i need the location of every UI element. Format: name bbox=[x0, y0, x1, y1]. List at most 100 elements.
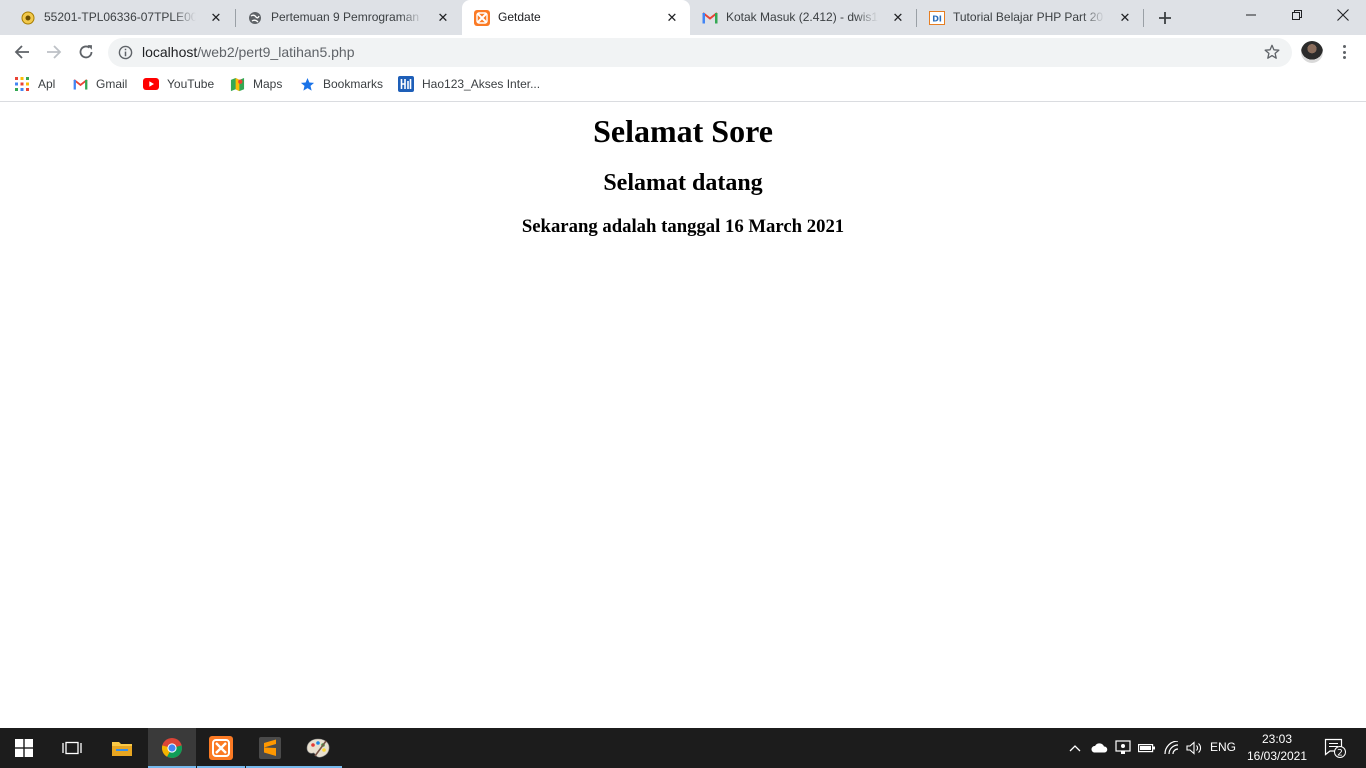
close-icon[interactable]: ✕ bbox=[1117, 10, 1133, 26]
volume-tray-button[interactable] bbox=[1184, 728, 1204, 768]
network-icon bbox=[1115, 740, 1131, 754]
wifi-tray-button[interactable] bbox=[1162, 728, 1182, 768]
show-hidden-icons-button[interactable] bbox=[1066, 728, 1084, 768]
bookmark-label: Maps bbox=[253, 77, 283, 91]
youtube-icon bbox=[143, 76, 159, 92]
gmail-favicon-icon bbox=[702, 10, 718, 26]
xampp-icon bbox=[209, 736, 233, 760]
url-host: localhost bbox=[142, 44, 198, 60]
menu-icon[interactable] bbox=[1336, 43, 1352, 61]
minimize-icon bbox=[1246, 14, 1256, 16]
tab-title: Tutorial Belajar PHP Part 20 – M bbox=[953, 10, 1105, 24]
sublime-text-icon bbox=[259, 737, 281, 759]
close-icon[interactable]: ✕ bbox=[890, 10, 906, 26]
chevron-up-icon bbox=[1069, 745, 1081, 752]
info-icon[interactable] bbox=[118, 45, 133, 60]
clock-date: 16/03/2021 bbox=[1246, 749, 1308, 763]
xampp-favicon-icon bbox=[474, 10, 490, 26]
bookmark-label: Hao123_Akses Inter... bbox=[422, 77, 541, 91]
onedrive-tray-button[interactable] bbox=[1089, 728, 1109, 768]
close-window-icon bbox=[1337, 9, 1349, 21]
apps-grid-icon bbox=[14, 76, 30, 92]
tab-title: Getdate bbox=[498, 10, 541, 24]
notification-icon: 2 bbox=[1324, 738, 1346, 758]
tab-title: Kotak Masuk (2.412) - dwis183 bbox=[726, 10, 878, 24]
profile-avatar[interactable] bbox=[1301, 41, 1323, 63]
minimize-button[interactable] bbox=[1228, 0, 1274, 30]
welcome-heading: Selamat datang bbox=[603, 170, 763, 196]
hao123-icon bbox=[398, 76, 414, 92]
reload-button[interactable] bbox=[72, 38, 100, 66]
network-tray-button[interactable] bbox=[1113, 728, 1133, 768]
bookmark-label: Gmail bbox=[96, 77, 128, 91]
paint-palette-icon bbox=[306, 738, 330, 758]
taskbar-clock[interactable]: 23:03 16/03/2021 bbox=[1242, 731, 1312, 765]
chrome-icon bbox=[161, 738, 183, 759]
bookmark-bookmarks[interactable]: Bookmarks bbox=[299, 76, 383, 92]
tab-getdate[interactable]: Getdate ✕ bbox=[462, 0, 690, 35]
bookmark-apps[interactable]: Apl bbox=[14, 76, 55, 92]
folder-icon bbox=[112, 742, 132, 756]
close-icon[interactable]: ✕ bbox=[435, 10, 451, 26]
close-icon[interactable]: ✕ bbox=[664, 10, 680, 26]
action-center-button[interactable]: 2 bbox=[1320, 728, 1350, 768]
gmail-icon bbox=[72, 76, 88, 92]
file-explorer-button[interactable] bbox=[98, 728, 146, 768]
page-content: Selamat Sore Selamat datang Sekarang ada… bbox=[0, 103, 1366, 728]
bookmark-label: Bookmarks bbox=[323, 77, 384, 91]
tab-strip: 55201-TPL06336-07TPLE006-2 ✕ Pertemuan 9… bbox=[0, 0, 1366, 35]
bookmark-youtube[interactable]: YouTube bbox=[143, 76, 214, 92]
globe-favicon-icon bbox=[247, 10, 263, 26]
bookmark-gmail[interactable]: Gmail bbox=[72, 76, 127, 92]
battery-icon bbox=[1138, 744, 1155, 753]
bookmark-maps[interactable]: Maps bbox=[229, 76, 282, 92]
maps-icon bbox=[229, 76, 245, 92]
url-text[interactable]: localhost/web2/pert9_latihan5.php bbox=[142, 45, 355, 60]
arrow-right-icon bbox=[47, 45, 62, 59]
tab-tutorial-php[interactable]: DI Tutorial Belajar PHP Part 20 – M ✕ bbox=[917, 0, 1143, 35]
battery-tray-button[interactable] bbox=[1137, 728, 1157, 768]
forward-button[interactable] bbox=[40, 38, 68, 66]
url-path: /web2/pert9_latihan5.php bbox=[197, 44, 355, 60]
close-icon[interactable]: ✕ bbox=[208, 10, 224, 26]
tab-pertemuan[interactable]: Pertemuan 9 Pemrograman Web ✕ bbox=[235, 0, 461, 35]
chrome-taskbar-button[interactable] bbox=[148, 728, 196, 768]
tab-divider bbox=[1143, 9, 1144, 27]
xampp-taskbar-button[interactable] bbox=[197, 728, 245, 768]
windows-logo-icon bbox=[15, 739, 33, 757]
browser-toolbar: localhost/web2/pert9_latihan5.php bbox=[0, 35, 1366, 70]
arrow-left-icon bbox=[14, 45, 29, 59]
duniailkom-favicon-icon: DI bbox=[929, 10, 945, 26]
bookmark-hao123[interactable]: Hao123_Akses Inter... bbox=[398, 76, 540, 92]
date-heading: Sekarang adalah tanggal 16 March 2021 bbox=[521, 216, 845, 237]
tab-course[interactable]: 55201-TPL06336-07TPLE006-2 ✕ bbox=[8, 0, 234, 35]
bookmark-star-icon[interactable] bbox=[1264, 44, 1280, 60]
bookmark-label: YouTube bbox=[167, 77, 215, 91]
bookmarks-bar: Apl Gmail YouTube Maps Bookmarks Hao123_… bbox=[0, 70, 1366, 102]
back-button[interactable] bbox=[8, 38, 36, 66]
paint-taskbar-button[interactable] bbox=[294, 728, 342, 768]
university-favicon-icon bbox=[20, 10, 36, 26]
input-language-indicator[interactable]: ENG bbox=[1210, 740, 1236, 754]
sublime-taskbar-button[interactable] bbox=[246, 728, 294, 768]
clock-time: 23:03 bbox=[1261, 732, 1293, 746]
svg-text:DI: DI bbox=[932, 15, 942, 24]
plus-icon bbox=[1159, 12, 1171, 24]
reload-icon bbox=[79, 45, 93, 59]
star-icon bbox=[299, 76, 315, 92]
bookmark-label: Apl bbox=[38, 77, 56, 91]
start-button[interactable] bbox=[0, 728, 48, 768]
task-view-button[interactable] bbox=[48, 728, 96, 768]
close-window-button[interactable] bbox=[1320, 0, 1366, 30]
tab-title: 55201-TPL06336-07TPLE006-2 bbox=[44, 10, 196, 24]
restore-button[interactable] bbox=[1274, 0, 1320, 30]
address-bar[interactable]: localhost/web2/pert9_latihan5.php bbox=[108, 38, 1292, 67]
new-tab-button[interactable] bbox=[1153, 6, 1177, 30]
tab-gmail[interactable]: Kotak Masuk (2.412) - dwis183 ✕ bbox=[690, 0, 916, 35]
speaker-icon bbox=[1186, 741, 1201, 755]
tab-title: Pertemuan 9 Pemrograman Web bbox=[271, 10, 423, 24]
greeting-heading: Selamat Sore bbox=[593, 113, 773, 149]
restore-icon bbox=[1292, 10, 1302, 20]
cloud-icon bbox=[1091, 743, 1108, 753]
notification-count: 2 bbox=[1337, 748, 1343, 758]
